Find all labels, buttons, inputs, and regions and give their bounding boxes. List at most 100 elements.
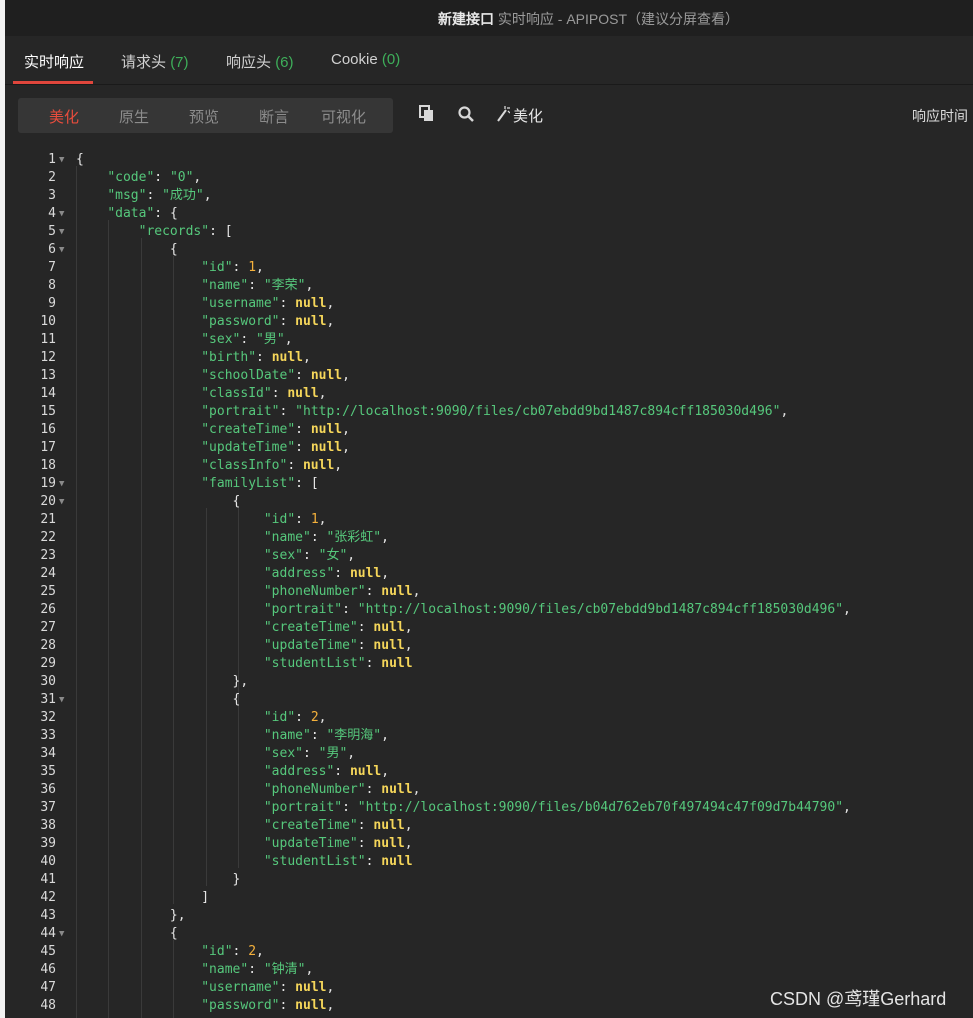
tab-request-headers[interactable]: 请求头 (7) [121, 51, 189, 72]
code-line: 15 "portrait": "http://localhost:9090/fi… [5, 403, 973, 421]
code-line: 10 "password": null, [5, 313, 973, 331]
code-line: 21 "id": 1, [5, 511, 973, 529]
code-line: 25 "phoneNumber": null, [5, 583, 973, 601]
copy-icon[interactable] [418, 105, 436, 123]
line-number: 46 [40, 962, 56, 977]
code-text: "code": "0", [107, 170, 202, 185]
code-line: 42 ] [5, 889, 973, 907]
code-text: "id": 2, [263, 710, 327, 725]
tab-realtime-response[interactable]: 实时响应 [24, 51, 84, 72]
view-mode-beautify[interactable]: 美化 [49, 106, 79, 127]
fold-toggle-icon[interactable]: ▼ [59, 223, 64, 241]
code-text: { [232, 692, 241, 707]
code-text: "records": [ [138, 224, 233, 239]
fold-toggle-icon[interactable]: ▼ [59, 493, 64, 511]
line-number: 29 [40, 656, 56, 671]
tab-cookie[interactable]: Cookie (0) [331, 51, 400, 68]
view-mode-visualize[interactable]: 可视化 [321, 106, 366, 127]
code-text: "updateTime": null, [263, 638, 413, 653]
beautify-button[interactable]: 美化 [513, 105, 543, 126]
code-text: "sex": "男", [201, 332, 293, 347]
code-line: 7 "id": 1, [5, 259, 973, 277]
code-text: "createTime": null, [263, 818, 413, 833]
code-line: 32 "id": 2, [5, 709, 973, 727]
code-line: 14 "classId": null, [5, 385, 973, 403]
code-line: 24 "address": null, [5, 565, 973, 583]
code-text: "classId": null, [201, 386, 327, 401]
code-text: "sex": "女", [263, 548, 356, 563]
code-line: 2 "code": "0", [5, 169, 973, 187]
code-text: { [169, 242, 178, 257]
code-line: 5 ▼ "records": [ [5, 223, 973, 241]
code-text: "birth": null, [201, 350, 311, 365]
search-icon[interactable] [457, 105, 475, 123]
code-line: 29 "studentList": null [5, 655, 973, 673]
view-mode-preview[interactable]: 预览 [189, 106, 219, 127]
code-text: "msg": "成功", [107, 188, 212, 203]
line-number: 3 [48, 188, 56, 203]
line-number: 41 [40, 872, 56, 887]
line-number: 36 [40, 782, 56, 797]
code-line: 45 "id": 2, [5, 943, 973, 961]
tab-count: (7) [170, 54, 189, 71]
code-text: "classInfo": null, [201, 458, 343, 473]
code-line: 41 } [5, 871, 973, 889]
fold-toggle-icon[interactable]: ▼ [59, 925, 64, 943]
response-tabs: 实时响应 请求头 (7) 响应头 (6) Cookie (0) [5, 36, 973, 85]
line-number: 25 [40, 584, 56, 599]
code-line: 9 "username": null, [5, 295, 973, 313]
code-line: 37 "portrait": "http://localhost:9090/fi… [5, 799, 973, 817]
fold-toggle-icon[interactable]: ▼ [59, 691, 64, 709]
code-text: "id": 1, [201, 260, 264, 275]
code-text: "address": null, [263, 566, 390, 581]
code-line: 46 "name": "钟清", [5, 961, 973, 979]
line-number: 28 [40, 638, 56, 653]
code-line: 18 "classInfo": null, [5, 457, 973, 475]
line-number: 35 [40, 764, 56, 779]
line-number: 14 [40, 386, 56, 401]
active-tab-indicator [13, 81, 93, 84]
fold-toggle-icon[interactable]: ▼ [59, 205, 64, 223]
view-mode-assert[interactable]: 断言 [259, 106, 289, 127]
code-line: 22 "name": "张彩虹", [5, 529, 973, 547]
magic-wand-icon[interactable] [496, 105, 510, 123]
code-text: }, [169, 908, 186, 923]
code-line: 4 ▼ "data": { [5, 205, 973, 223]
line-number: 43 [40, 908, 56, 923]
line-number: 15 [40, 404, 56, 419]
tab-label: Cookie [331, 51, 378, 68]
line-number: 45 [40, 944, 56, 959]
view-mode-raw[interactable]: 原生 [119, 106, 149, 127]
tab-label: 响应头 [226, 54, 272, 71]
response-time-label: 响应时间 [912, 108, 968, 124]
view-mode-switcher: 美化 原生 预览 断言 可视化 [18, 98, 393, 133]
code-line: 44 ▼ { [5, 925, 973, 943]
code-line: 39 "updateTime": null, [5, 835, 973, 853]
tab-response-headers[interactable]: 响应头 (6) [226, 51, 294, 72]
fold-toggle-icon[interactable]: ▼ [59, 241, 64, 259]
code-line: 20 ▼ { [5, 493, 973, 511]
json-response-editor[interactable]: 1 ▼{2 "code": "0", 3 "msg": "成功", 4 ▼ "data"… [5, 148, 973, 1018]
line-number: 21 [40, 512, 56, 527]
line-number: 2 [48, 170, 56, 185]
code-text: "studentList": null [263, 656, 413, 671]
code-text: { [76, 152, 84, 167]
fold-toggle-icon[interactable]: ▼ [59, 475, 64, 493]
code-text: "updateTime": null, [263, 836, 413, 851]
code-text: "phoneNumber": null, [263, 782, 421, 797]
code-text: "portrait": "http://localhost:9090/files… [263, 602, 851, 617]
line-number: 30 [40, 674, 56, 689]
line-number: 26 [40, 602, 56, 617]
code-line: 16 "createTime": null, [5, 421, 973, 439]
code-text: "phoneNumber": null, [263, 584, 421, 599]
code-text: "schoolDate": null, [201, 368, 350, 383]
line-number: 39 [40, 836, 56, 851]
line-number: 12 [40, 350, 56, 365]
code-line: 12 "birth": null, [5, 349, 973, 367]
line-number: 9 [48, 296, 56, 311]
fold-toggle-icon[interactable]: ▼ [59, 151, 64, 169]
code-text: "password": null, [201, 998, 335, 1013]
line-number: 20 [40, 494, 56, 509]
code-text: "name": "李荣", [201, 278, 314, 293]
line-number: 38 [40, 818, 56, 833]
